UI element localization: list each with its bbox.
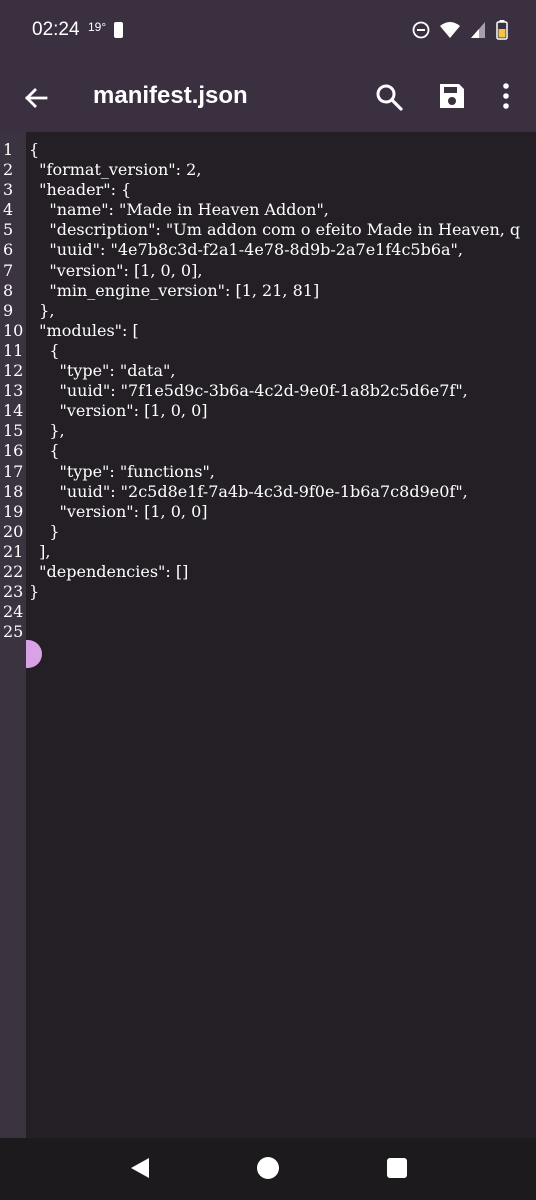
- line-number: 14: [3, 401, 24, 421]
- code-line[interactable]: {: [29, 140, 536, 160]
- line-number: 10: [3, 320, 24, 340]
- code-line[interactable]: "type": "data",: [29, 361, 536, 381]
- code-line[interactable]: "version": [1, 0, 0],: [29, 261, 536, 281]
- status-time: 02:24: [32, 19, 80, 40]
- notification-battery-icon: [114, 22, 123, 38]
- arrow-back-icon[interactable]: [20, 82, 52, 114]
- line-number: 2: [3, 160, 14, 180]
- code-line[interactable]: "modules": [: [29, 321, 536, 341]
- code-line[interactable]: }: [29, 582, 536, 602]
- code-line[interactable]: [29, 602, 536, 622]
- line-number: 9: [3, 300, 14, 320]
- code-line[interactable]: "version": [1, 0, 0]: [29, 401, 536, 421]
- status-temperature: 19°: [88, 20, 107, 34]
- save-icon[interactable]: [437, 81, 467, 111]
- line-number: 18: [3, 481, 24, 501]
- line-number: 8: [3, 280, 14, 300]
- code-line[interactable]: "uuid": "7f1e5d9c-3b6a-4c2d-9e0f-1a8b2c5…: [29, 381, 536, 401]
- line-number: 13: [3, 381, 24, 401]
- line-number: 1: [3, 140, 14, 159]
- nav-home-button[interactable]: [257, 1157, 279, 1179]
- line-number: 12: [3, 361, 24, 381]
- code-line[interactable]: "dependencies": []: [29, 562, 536, 582]
- line-number: 11: [3, 340, 24, 360]
- code-line[interactable]: "min_engine_version": [1, 21, 81]: [29, 281, 536, 301]
- do-not-disturb-icon: [412, 21, 430, 39]
- line-number: 5: [3, 220, 14, 240]
- line-number: 23: [3, 582, 24, 602]
- code-editor[interactable]: 1 2 3 4 5 6 7 8 9 10 11 12 13 14 15 16 17 18 19 20 21 22 23 24 2…: [0, 132, 536, 1138]
- line-number: 6: [3, 240, 14, 260]
- line-number: 16: [3, 441, 24, 461]
- code-line[interactable]: },: [29, 421, 536, 441]
- status-icons: [412, 20, 508, 40]
- code-line[interactable]: },: [29, 301, 536, 321]
- code-line[interactable]: }: [29, 522, 536, 542]
- line-numbers: 1 2 3 4 5 6 7 8 9 10 11 12 13 14 15 16 17 18 19 20 21 22 23 24 2…: [3, 140, 23, 642]
- line-number: 17: [3, 461, 24, 481]
- line-number: 7: [3, 260, 14, 280]
- code-line[interactable]: {: [29, 341, 536, 361]
- code-line[interactable]: "uuid": "2c5d8e1f-7a4b-4c3d-9f0e-1b6a7c8…: [29, 482, 536, 502]
- wifi-icon: [440, 22, 460, 38]
- cell-signal-icon: [471, 22, 485, 38]
- line-number: 22: [3, 561, 24, 581]
- more-vert-icon[interactable]: [494, 81, 518, 111]
- line-number: 15: [3, 421, 24, 441]
- page-title: manifest.json: [93, 82, 248, 109]
- code-line[interactable]: "version": [1, 0, 0]: [29, 502, 536, 522]
- code-text-area[interactable]: { "format_version": 2, "header": { "name…: [29, 140, 536, 642]
- line-number: 24: [3, 602, 24, 622]
- code-line[interactable]: "header": {: [29, 180, 536, 200]
- line-number-gutter: 1 2 3 4 5 6 7 8 9 10 11 12 13 14 15 16 17 18 19 20 21 22 23 24 2…: [0, 132, 26, 1138]
- status-bar: 02:24 19°: [0, 0, 536, 62]
- line-number: 20: [3, 521, 24, 541]
- code-line[interactable]: {: [29, 441, 536, 461]
- line-number: 19: [3, 501, 24, 521]
- code-line[interactable]: "uuid": "4e7b8c3d-f2a1-4e78-8d9b-2a7e1f4…: [29, 240, 536, 260]
- code-line[interactable]: [29, 622, 536, 642]
- code-line[interactable]: "format_version": 2,: [29, 160, 536, 180]
- code-line[interactable]: "type": "functions",: [29, 462, 536, 482]
- nav-back-icon[interactable]: [128, 1156, 152, 1180]
- search-icon[interactable]: [374, 82, 404, 112]
- battery-icon: [496, 20, 508, 40]
- line-number: 3: [3, 180, 14, 200]
- nav-recents-button[interactable]: [387, 1158, 407, 1178]
- app-bar: manifest.json: [0, 62, 536, 132]
- line-number: 25: [3, 622, 24, 642]
- code-line[interactable]: "description": "Um addon com o efeito Ma…: [29, 220, 536, 240]
- line-number: 4: [3, 200, 14, 220]
- line-number: 21: [3, 541, 24, 561]
- code-line[interactable]: ],: [29, 542, 536, 562]
- code-line[interactable]: "name": "Made in Heaven Addon",: [29, 200, 536, 220]
- system-nav-bar: [0, 1138, 536, 1200]
